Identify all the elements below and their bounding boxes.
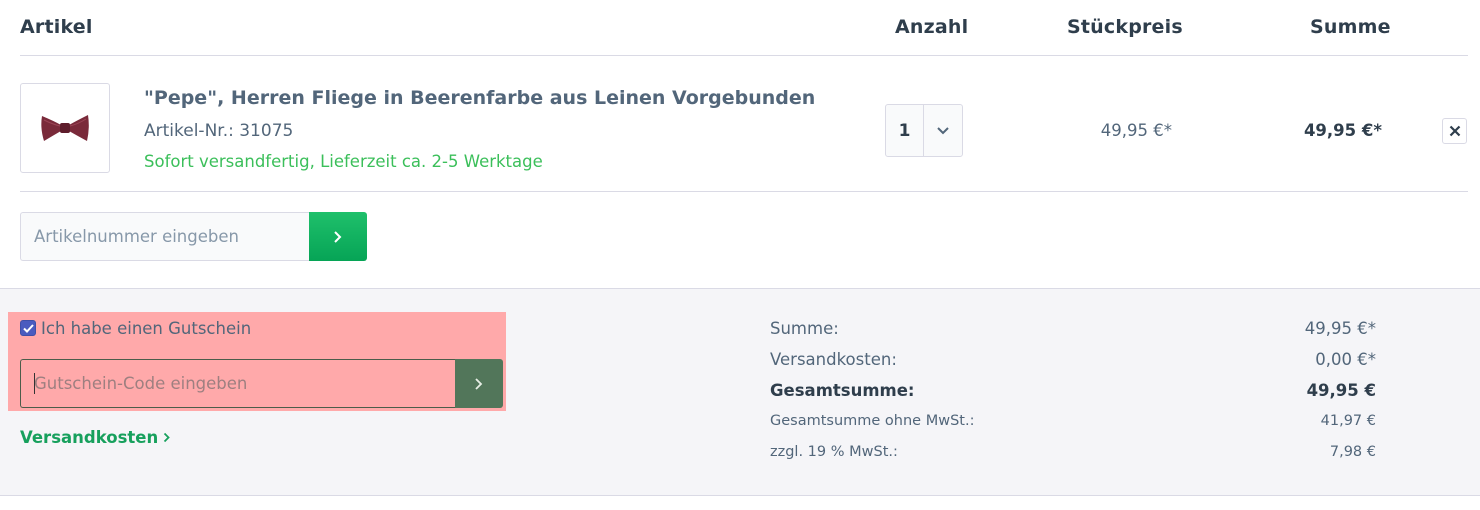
shipping-label: Versandkosten: xyxy=(770,350,897,369)
add-article-button[interactable] xyxy=(309,212,367,261)
product-name-link[interactable]: "Pepe", Herren Fliege in Beerenfarbe aus… xyxy=(144,87,815,109)
close-icon xyxy=(1449,125,1460,137)
vat-label: zzgl. 19 % MwSt.: xyxy=(770,444,898,460)
checkmark-icon xyxy=(22,323,34,333)
unit-price: 49,95 €* xyxy=(1100,121,1172,140)
column-header-stueckpreis: Stückpreis xyxy=(1067,16,1183,38)
net-total-value: 41,97 € xyxy=(1320,413,1376,429)
text-caret xyxy=(34,373,35,394)
shipping-costs-link[interactable]: Versandkosten xyxy=(20,428,171,447)
chevron-right-icon xyxy=(164,432,171,443)
voucher-code-input[interactable] xyxy=(20,359,456,408)
subtotal-value: 49,95 €* xyxy=(1304,319,1376,338)
vat-value: 7,98 € xyxy=(1329,444,1376,460)
line-total: 49,95 €* xyxy=(1303,121,1382,140)
chevron-right-icon xyxy=(334,230,342,243)
voucher-checkbox-label[interactable]: Ich habe einen Gutschein xyxy=(41,319,251,338)
quantity-value: 1 xyxy=(886,105,924,156)
grand-total-value: 49,95 € xyxy=(1306,381,1376,400)
product-image[interactable] xyxy=(20,83,110,173)
chevron-right-icon xyxy=(475,377,483,390)
quantity-select[interactable]: 1 xyxy=(885,104,963,157)
shipping-costs-label: Versandkosten xyxy=(20,428,159,447)
column-header-artikel: Artikel xyxy=(20,16,93,38)
subtotal-label: Summe: xyxy=(770,319,839,338)
redeem-voucher-button[interactable] xyxy=(455,359,503,408)
article-number-input[interactable] xyxy=(20,212,310,261)
column-header-anzahl: Anzahl xyxy=(895,16,969,38)
header-divider xyxy=(20,55,1468,56)
grand-total-label: Gesamtsumme: xyxy=(770,381,915,400)
delivery-status: Sofort versandfertig, Lieferzeit ca. 2-5… xyxy=(144,152,543,171)
bow-tie-icon xyxy=(41,115,89,141)
column-header-summe: Summe xyxy=(1310,16,1391,38)
article-number: Artikel-Nr.: 31075 xyxy=(144,121,294,141)
voucher-checkbox[interactable] xyxy=(20,320,36,336)
item-divider xyxy=(20,191,1468,192)
net-total-label: Gesamtsumme ohne MwSt.: xyxy=(770,413,975,429)
shipping-value: 0,00 €* xyxy=(1315,350,1376,369)
remove-item-button[interactable] xyxy=(1442,118,1467,144)
chevron-down-icon[interactable] xyxy=(924,105,962,156)
